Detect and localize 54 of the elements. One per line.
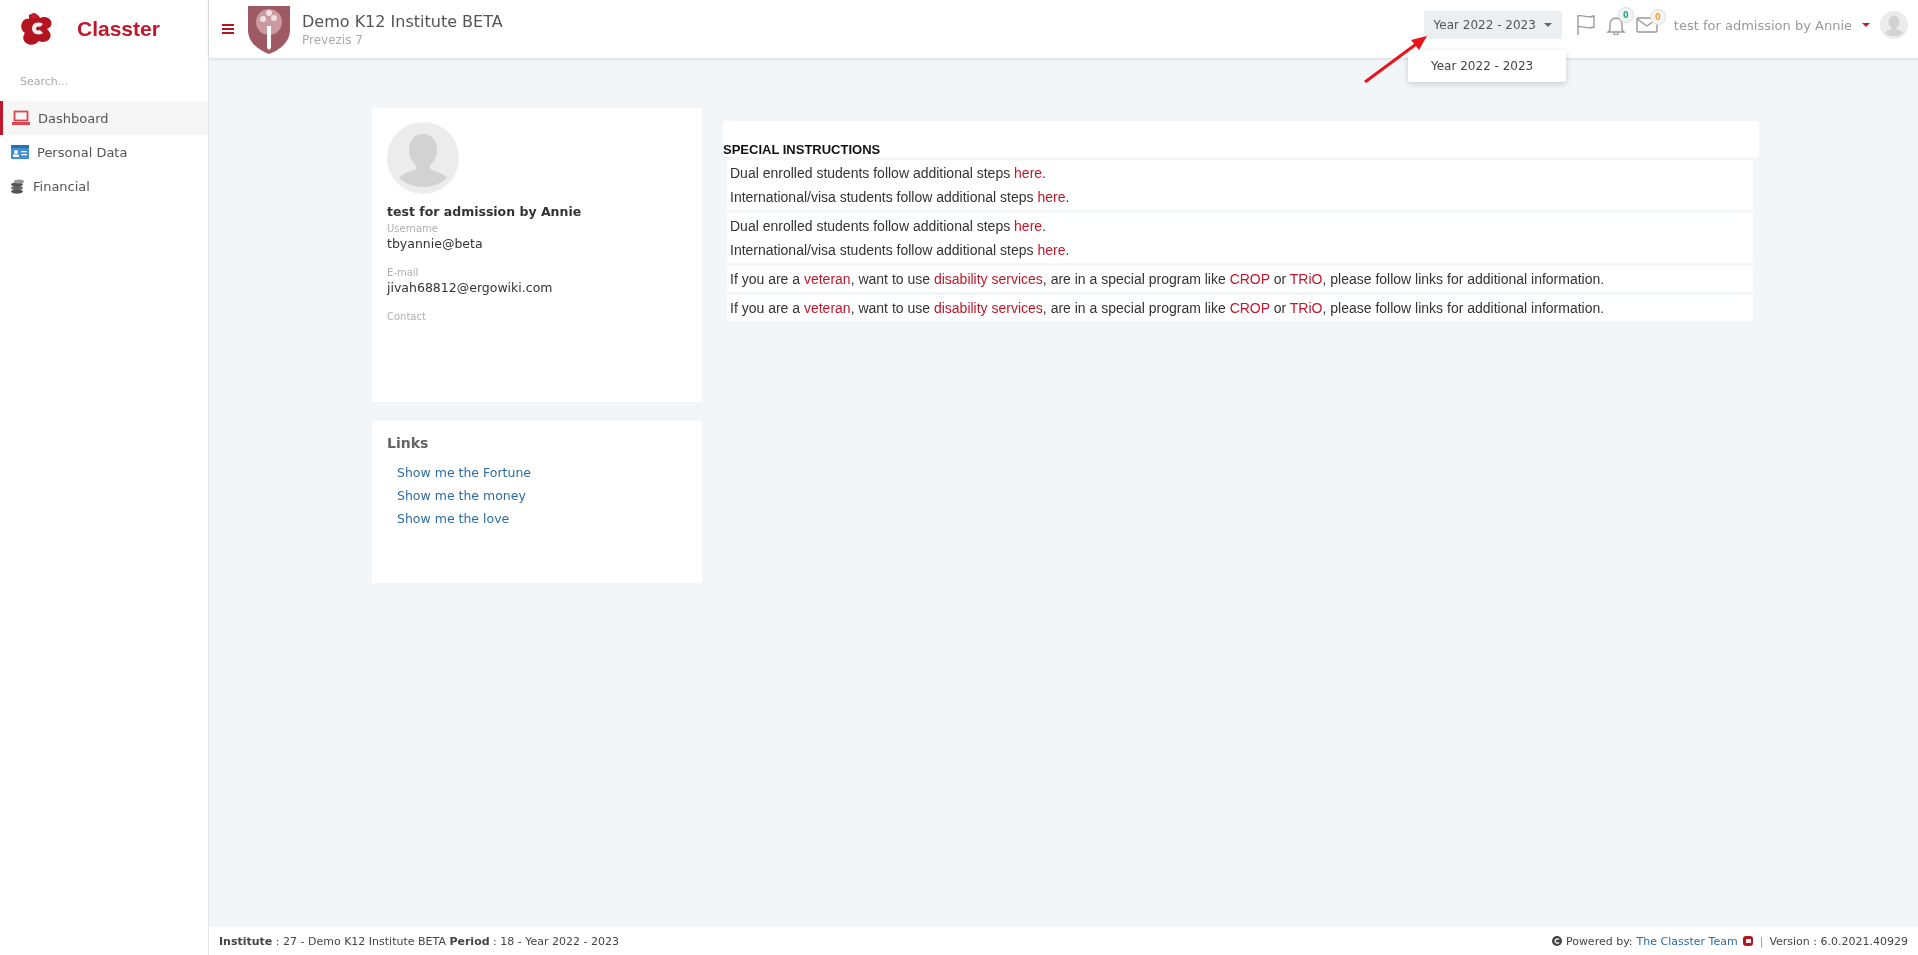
menu-item[interactable]: Year 2022 - 2023	[1408, 50, 1566, 82]
link[interactable]: Show me the love	[397, 511, 687, 526]
flag-icon[interactable]	[1575, 14, 1596, 36]
menu-icon[interactable]	[222, 24, 234, 34]
avatar-icon	[387, 122, 459, 194]
instructions-title: SPECIAL INSTRUCTIONS	[723, 142, 881, 157]
separator: |	[1759, 934, 1764, 948]
caret-icon	[1862, 23, 1870, 27]
link[interactable]: veteran	[803, 271, 851, 287]
coins-icon	[11, 178, 25, 194]
link[interactable]: Show me the Fortune	[397, 465, 687, 480]
sidebar-item[interactable]: Financial	[0, 169, 208, 203]
count-badge: 0	[1617, 7, 1634, 23]
sidebar-item[interactable]: Personal Data	[0, 135, 208, 169]
profile-name: test for admission by Annie	[387, 204, 583, 219]
instruction-text: Dual enrolled students follow additional steps here.	[730, 164, 1047, 183]
logo-icon	[1741, 935, 1754, 947]
link[interactable]: veteran	[803, 300, 851, 316]
instruction-text: Dual enrolled students follow additional steps here.	[730, 217, 1047, 236]
caret-icon	[1543, 23, 1552, 27]
avatar-icon	[1880, 11, 1908, 39]
instruction-text: If you are a veteran, want to use disability services, are in a special program like CROP or TRiO, please follow links for additional information.	[730, 270, 1606, 289]
link[interactable]: The Classter Team	[1636, 934, 1738, 948]
link[interactable]: Show me the money	[397, 488, 687, 503]
field-value: jivah68812@ergowiki.com	[387, 280, 554, 295]
card-title: Links	[387, 435, 430, 451]
annotation-arrow	[1363, 34, 1429, 84]
instruction-text: International/visa students follow additional steps here.	[730, 188, 1071, 207]
link[interactable]: CROP	[1229, 271, 1270, 287]
brand-name: Classter	[77, 17, 160, 41]
copyright-icon	[1551, 936, 1562, 946]
count-badge: 0	[1649, 9, 1666, 25]
sidebar-item[interactable]: Dashboard	[0, 101, 208, 135]
version-text: Version : 6.0.2021.40929	[1769, 934, 1908, 948]
id-card-icon	[11, 145, 29, 159]
footer-info: Institute : 27 - Demo K12 Institute BETA Period : 18 - Year 2022 - 2023	[219, 934, 620, 948]
instruction-text: If you are a veteran, want to use disability services, are in a special program like CROP or TRiO, please follow links for additional information.	[730, 299, 1606, 318]
search-field[interactable]: Search...	[18, 74, 192, 89]
field-label: Username	[387, 223, 439, 234]
field-label: E-mail	[387, 267, 420, 278]
field-value: tbyannie@beta	[387, 236, 484, 251]
institute-address: Prevezis 7	[302, 32, 364, 47]
institute-title: Demo K12 Institute BETA	[302, 11, 503, 31]
instruction-text: International/visa students follow additional steps here.	[730, 241, 1071, 260]
link[interactable]: here	[1014, 218, 1043, 234]
link[interactable]: disability services	[933, 300, 1043, 316]
link[interactable]: CROP	[1229, 300, 1270, 316]
tree-crest-icon	[246, 4, 292, 54]
link[interactable]: here	[1014, 165, 1043, 181]
field-label: Contact	[387, 311, 427, 322]
laptop-icon	[12, 110, 30, 126]
powered-by: Powered by:	[1565, 934, 1633, 948]
link[interactable]: disability services	[933, 271, 1043, 287]
year-dropdown[interactable]: Year 2022 - 2023	[1423, 11, 1562, 39]
